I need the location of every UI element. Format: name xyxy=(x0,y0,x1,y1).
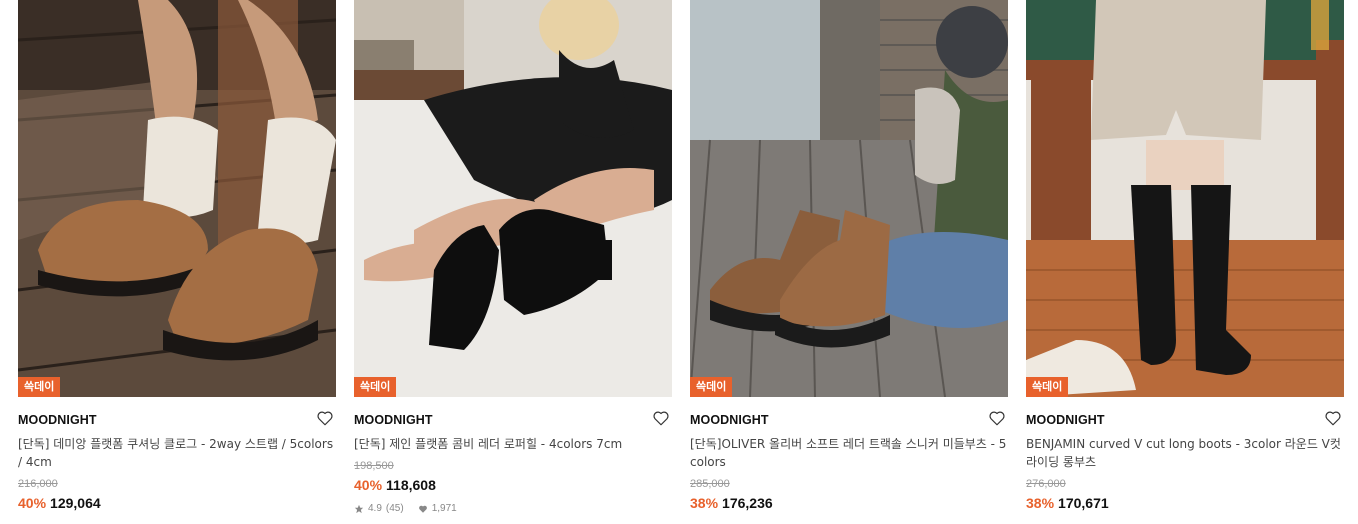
sale-badge: 쓱데이 xyxy=(18,377,61,397)
original-price: 285,000 xyxy=(690,478,730,490)
middle-boots-photo-icon xyxy=(690,0,1008,397)
sale-badge: 쓱데이 xyxy=(690,377,733,397)
sale-price: 176,236 xyxy=(722,495,773,511)
clog-shoes-photo-icon xyxy=(18,0,336,397)
review-meta: 4.9 (45) 1,971 xyxy=(354,503,672,514)
original-price: 198,500 xyxy=(354,460,394,472)
product-card[interactable]: 쓱데이 MOODNIGHT [단독]OLIVER 올리버 소프트 레더 트랙솔 … xyxy=(690,0,1008,524)
product-title[interactable]: [단독] 데미앙 플랫폼 쿠셔닝 클로그 - 2way 스트랩 / 5color… xyxy=(18,435,336,473)
review-count: (45) xyxy=(385,503,404,514)
heart-icon[interactable] xyxy=(652,409,670,427)
discount-rate: 38% xyxy=(1026,495,1055,511)
product-card[interactable]: 쓱데이 MOODNIGHT [단독] 제인 플랫폼 콤비 레더 로퍼힐 - 4c… xyxy=(354,0,672,524)
sale-badge: 쓱데이 xyxy=(1026,377,1069,397)
star-icon xyxy=(354,504,364,513)
product-title[interactable]: [단독] 제인 플랫폼 콤비 레더 로퍼힐 - 4colors 7cm xyxy=(354,435,672,455)
sale-price: 170,671 xyxy=(1058,495,1109,511)
product-title[interactable]: [단독]OLIVER 올리버 소프트 레더 트랙솔 스니커 미들부츠 - 5co… xyxy=(690,435,1008,473)
sale-badge: 쓱데이 xyxy=(354,377,397,397)
product-image-clog[interactable]: 쓱데이 xyxy=(18,0,336,397)
brand-name[interactable]: MOODNIGHT xyxy=(690,413,769,427)
discount-rate: 40% xyxy=(18,495,47,511)
product-grid: 쓱데이 MOODNIGHT [단독] 데미앙 플랫폼 쿠셔닝 클로그 - 2wa… xyxy=(0,0,1358,524)
like-count: 1,971 xyxy=(431,503,457,514)
discount-rate: 40% xyxy=(354,477,383,493)
original-price: 276,000 xyxy=(1026,478,1066,490)
heart-filled-icon xyxy=(418,505,427,513)
product-image-loafer[interactable]: 쓱데이 xyxy=(354,0,672,397)
product-title[interactable]: BENJAMIN curved V cut long boots - 3colo… xyxy=(1026,435,1344,473)
heart-icon[interactable] xyxy=(316,409,334,427)
product-card[interactable]: 쓱데이 MOODNIGHT BENJAMIN curved V cut long… xyxy=(1026,0,1344,524)
brand-name[interactable]: MOODNIGHT xyxy=(1026,413,1105,427)
loafer-heels-photo-icon xyxy=(354,0,672,397)
rating-value: 4.9 xyxy=(368,503,382,514)
heart-icon[interactable] xyxy=(1324,409,1342,427)
sale-price: 118,608 xyxy=(386,477,436,493)
product-image-middle-boots[interactable]: 쓱데이 xyxy=(690,0,1008,397)
heart-icon[interactable] xyxy=(988,409,1006,427)
brand-name[interactable]: MOODNIGHT xyxy=(354,413,433,427)
product-card[interactable]: 쓱데이 MOODNIGHT [단독] 데미앙 플랫폼 쿠셔닝 클로그 - 2wa… xyxy=(18,0,336,524)
product-image-long-boots[interactable]: 쓱데이 xyxy=(1026,0,1344,397)
brand-name[interactable]: MOODNIGHT xyxy=(18,413,97,427)
long-boots-photo-icon xyxy=(1026,0,1344,397)
original-price: 216,000 xyxy=(18,478,58,490)
discount-rate: 38% xyxy=(690,495,719,511)
sale-price: 129,064 xyxy=(50,495,101,511)
